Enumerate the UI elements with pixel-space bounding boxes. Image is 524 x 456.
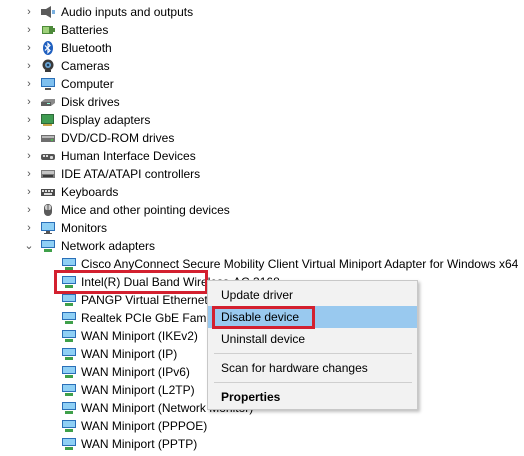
ide-controller-icon — [40, 167, 56, 181]
tree-item-monitors[interactable]: › Monitors — [0, 219, 524, 237]
network-adapter-icon — [61, 401, 77, 415]
tree-item-audio[interactable]: › Audio inputs and outputs — [0, 3, 524, 21]
network-adapter-icon — [40, 239, 56, 253]
network-adapter-icon — [61, 311, 77, 325]
chevron-right-icon[interactable]: › — [23, 219, 35, 237]
adapter-label: WAN Miniport (IP) — [81, 347, 178, 361]
chevron-right-icon[interactable]: › — [23, 3, 35, 21]
tree-item-label: Human Interface Devices — [61, 149, 196, 163]
tree-item-bluetooth[interactable]: › Bluetooth — [0, 39, 524, 57]
tree-item-ide-controllers[interactable]: › IDE ATA/ATAPI controllers — [0, 165, 524, 183]
tree-item-network-adapters[interactable]: ⌄ Network adapters — [0, 237, 524, 255]
network-adapter-icon — [61, 365, 77, 379]
network-adapter-icon — [61, 419, 77, 433]
tree-item-label: Cameras — [61, 59, 110, 73]
disk-drive-icon — [40, 95, 56, 109]
bluetooth-icon — [40, 41, 56, 55]
context-menu: Update driver Disable device Uninstall d… — [207, 280, 418, 410]
tree-item-label: Keyboards — [61, 185, 119, 199]
chevron-right-icon[interactable]: › — [23, 165, 35, 183]
chevron-right-icon[interactable]: › — [23, 57, 35, 75]
camera-icon — [40, 59, 56, 73]
network-adapter-icon — [61, 293, 77, 307]
tree-item-mice[interactable]: › Mice and other pointing devices — [0, 201, 524, 219]
adapter-label: WAN Miniport (PPPOE) — [81, 419, 208, 433]
tree-item-cameras[interactable]: › Cameras — [0, 57, 524, 75]
tree-item-label: Mice and other pointing devices — [61, 203, 230, 217]
tree-item-hid[interactable]: › Human Interface Devices — [0, 147, 524, 165]
adapter-item-wan-pptp[interactable]: WAN Miniport (PPTP) — [0, 435, 524, 453]
chevron-right-icon[interactable]: › — [23, 39, 35, 57]
tree-item-dvd-drives[interactable]: › DVD/CD-ROM drives — [0, 129, 524, 147]
selected-adapter-highlight — [54, 270, 208, 294]
tree-item-batteries[interactable]: › Batteries — [0, 21, 524, 39]
speaker-icon — [40, 5, 56, 19]
tree-item-disk-drives[interactable]: › Disk drives — [0, 93, 524, 111]
chevron-right-icon[interactable]: › — [23, 75, 35, 93]
monitor-icon — [40, 221, 56, 235]
tree-item-label: Network adapters — [61, 239, 156, 253]
menu-separator — [214, 353, 412, 354]
adapter-label: WAN Miniport (IPv6) — [81, 365, 190, 379]
chevron-right-icon[interactable]: › — [23, 129, 35, 147]
network-adapter-icon — [61, 347, 77, 361]
tree-item-label: Batteries — [61, 23, 109, 37]
chevron-right-icon[interactable]: › — [23, 147, 35, 165]
chevron-right-icon[interactable]: › — [23, 111, 35, 129]
chevron-right-icon[interactable]: › — [23, 21, 35, 39]
computer-icon — [40, 77, 56, 91]
tree-item-label: Audio inputs and outputs — [61, 5, 194, 19]
adapter-label: WAN Miniport (IKEv2) — [81, 329, 198, 343]
chevron-right-icon[interactable]: › — [23, 183, 35, 201]
network-adapter-icon — [61, 329, 77, 343]
menu-item-uninstall-device[interactable]: Uninstall device — [208, 328, 417, 350]
menu-item-update-driver[interactable]: Update driver — [208, 284, 417, 306]
tree-item-label: IDE ATA/ATAPI controllers — [61, 167, 201, 181]
tree-item-keyboards[interactable]: › Keyboards — [0, 183, 524, 201]
hid-icon — [40, 149, 56, 163]
battery-icon — [40, 23, 56, 37]
adapter-label: WAN Miniport (PPTP) — [81, 437, 198, 451]
tree-item-computer[interactable]: › Computer — [0, 75, 524, 93]
tree-item-label: Display adapters — [61, 113, 151, 127]
chevron-down-icon[interactable]: ⌄ — [23, 237, 35, 255]
display-adapter-icon — [40, 113, 56, 127]
keyboard-icon — [40, 185, 56, 199]
menu-item-scan-hardware[interactable]: Scan for hardware changes — [208, 357, 417, 379]
mouse-icon — [40, 203, 56, 217]
network-adapter-icon — [61, 383, 77, 397]
tree-item-display-adapters[interactable]: › Display adapters — [0, 111, 524, 129]
adapter-label: WAN Miniport (L2TP) — [81, 383, 195, 397]
menu-separator — [214, 382, 412, 383]
disable-device-highlight — [212, 306, 315, 329]
adapter-item-wan-pppoe[interactable]: WAN Miniport (PPPOE) — [0, 417, 524, 435]
chevron-right-icon[interactable]: › — [23, 201, 35, 219]
chevron-right-icon[interactable]: › — [23, 93, 35, 111]
tree-item-label: Computer — [61, 77, 114, 91]
tree-item-label: Disk drives — [61, 95, 120, 109]
tree-item-label: Monitors — [61, 221, 108, 235]
menu-item-properties[interactable]: Properties — [208, 386, 417, 408]
network-adapter-icon — [61, 257, 77, 271]
tree-item-label: Bluetooth — [61, 41, 112, 55]
network-adapter-icon — [61, 437, 77, 451]
tree-item-label: DVD/CD-ROM drives — [61, 131, 175, 145]
dvd-drive-icon — [40, 131, 56, 145]
